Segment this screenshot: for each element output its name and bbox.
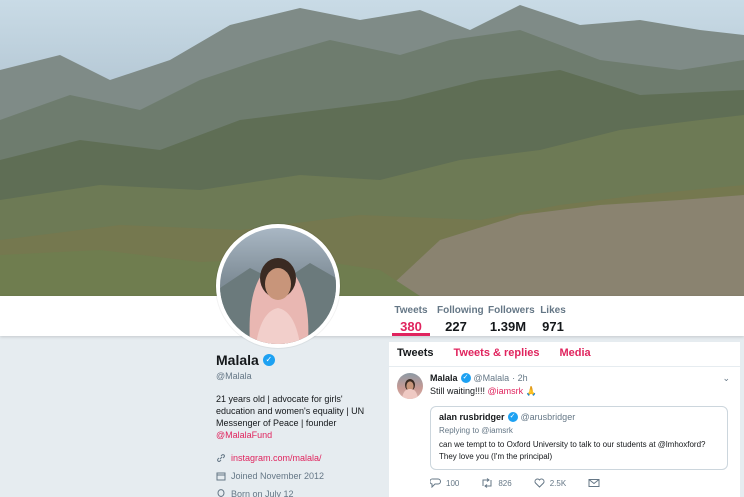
- retweet-icon: [482, 478, 492, 488]
- retweet-button[interactable]: 826: [481, 478, 512, 488]
- verified-badge-icon: ✓: [460, 373, 471, 383]
- tweet-text-main: Still waiting!!!!: [430, 386, 488, 396]
- profile-card: Malala ✓ @Malala 21 years old | advocate…: [216, 352, 376, 497]
- stat-likes-label: Likes: [540, 305, 566, 316]
- tweet-author-name[interactable]: Malala: [430, 373, 458, 383]
- stat-tweets[interactable]: Tweets 380: [392, 296, 430, 336]
- retweet-count: 826: [498, 478, 512, 488]
- direct-message-button[interactable]: [588, 478, 600, 488]
- quoted-author-handle: @arusbridger: [520, 412, 576, 422]
- tweet-author-handle[interactable]: @Malala: [474, 373, 510, 383]
- tab-tweets[interactable]: Tweets: [397, 347, 433, 366]
- tab-media[interactable]: Media: [559, 347, 590, 366]
- stat-likes-value: 971: [542, 319, 564, 334]
- stat-tweets-label: Tweets: [394, 305, 428, 316]
- timeline-panel: Tweets Tweets & replies Media Malala ✓ @…: [389, 342, 740, 497]
- tweet-time[interactable]: · 2h: [512, 373, 528, 383]
- timeline-tabs: Tweets Tweets & replies Media: [389, 342, 740, 367]
- stat-following-label: Following: [437, 305, 484, 316]
- like-count: 2.5K: [549, 478, 567, 488]
- balloon-icon: [217, 489, 225, 497]
- calendar-icon: [216, 472, 226, 481]
- born-text: Born on July 12: [231, 489, 294, 497]
- link-icon: [217, 454, 225, 462]
- tweet-mention-link[interactable]: @iamsrk: [488, 386, 524, 396]
- quoted-tweet-text: can we tempt to to Oxford University to …: [439, 440, 706, 461]
- tweet-item[interactable]: Malala ✓ @Malala · 2h ⌄ Still waiting!!!…: [389, 367, 740, 488]
- quoted-author-name: alan rusbridger: [439, 412, 505, 422]
- profile-nav-bar: Tweets 380 Following 227 Followers 1.39M…: [0, 296, 744, 336]
- stat-followers[interactable]: Followers 1.39M: [488, 296, 535, 336]
- joined-text: Joined November 2012: [231, 471, 325, 481]
- stat-tweets-value: 380: [400, 319, 422, 334]
- stat-following-value: 227: [445, 319, 467, 334]
- profile-born: Born on July 12: [216, 489, 376, 497]
- tweet-avatar[interactable]: [397, 373, 423, 399]
- reply-button[interactable]: 100: [430, 478, 459, 488]
- bio-text: 21 years old | advocate for girls' educa…: [216, 394, 365, 428]
- tweet-header: Malala ✓ @Malala · 2h: [430, 373, 730, 383]
- bio-link-malalafund[interactable]: @MalalaFund: [216, 430, 272, 440]
- profile-avatar[interactable]: [216, 224, 340, 348]
- profile-handle[interactable]: @Malala: [216, 371, 376, 381]
- chevron-down-icon[interactable]: ⌄: [722, 373, 730, 384]
- quoted-tweet-header: alan rusbridger ✓ @arusbridger: [439, 412, 719, 422]
- stat-likes[interactable]: Likes 971: [539, 296, 567, 336]
- website-link[interactable]: instagram.com/malala/: [231, 453, 322, 463]
- verified-badge-icon: ✓: [507, 412, 518, 422]
- heart-icon: [534, 478, 545, 488]
- quoted-replying-to: Replying to @iamsrk: [439, 426, 513, 435]
- profile-website: instagram.com/malala/: [216, 453, 376, 463]
- stat-followers-value: 1.39M: [489, 319, 527, 334]
- reply-icon: [430, 478, 441, 488]
- banner-mountains-image: [0, 5, 744, 296]
- profile-bio: 21 years old | advocate for girls' educa…: [216, 393, 376, 441]
- stat-followers-label: Followers: [488, 305, 535, 316]
- quoted-tweet[interactable]: alan rusbridger ✓ @arusbridger Replying …: [430, 406, 728, 470]
- folded-hands-emoji: 🙏: [525, 386, 537, 396]
- profile-name-row: Malala ✓: [216, 352, 376, 368]
- tab-tweets-replies[interactable]: Tweets & replies: [453, 347, 539, 366]
- verified-badge-icon: ✓: [262, 354, 275, 366]
- tweet-text: Still waiting!!!! @iamsrk 🙏: [430, 386, 730, 397]
- envelope-icon: [588, 479, 600, 487]
- tweet-actions: 100 826 2.5K: [430, 478, 730, 488]
- reply-count: 100: [446, 478, 460, 488]
- stat-following[interactable]: Following 227: [437, 296, 484, 336]
- profile-banner: [0, 0, 744, 296]
- avatar-photo: [220, 228, 336, 344]
- like-button[interactable]: 2.5K: [534, 478, 566, 488]
- profile-name[interactable]: Malala: [216, 352, 259, 368]
- profile-joined: Joined November 2012: [216, 471, 376, 481]
